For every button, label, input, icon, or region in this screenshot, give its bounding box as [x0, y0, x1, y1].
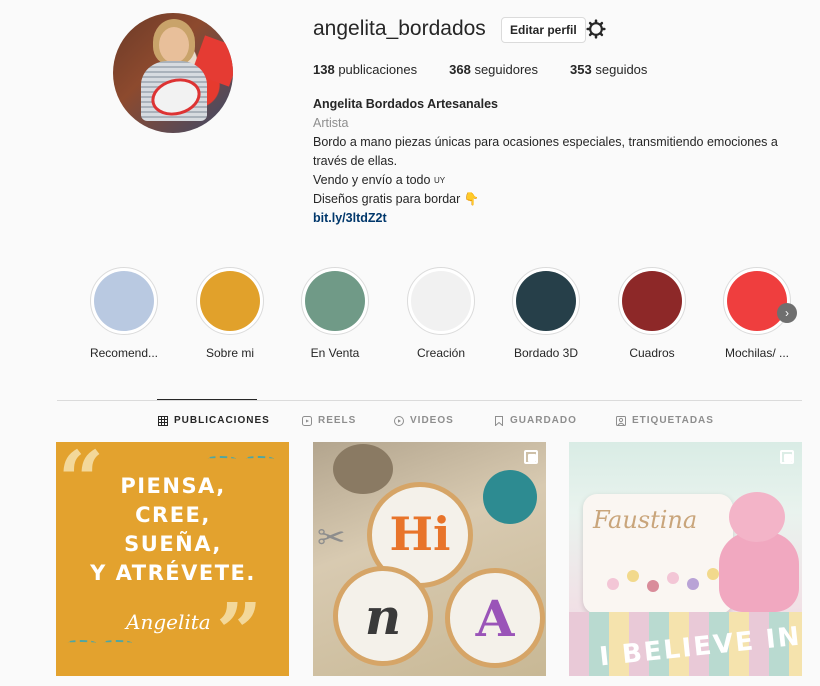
highlight-en-venta[interactable]: En Venta — [290, 267, 380, 360]
stat-following[interactable]: 353 seguidos — [570, 62, 647, 77]
tab-guardado[interactable]: GUARDADO — [494, 415, 577, 426]
multiple-images-icon — [524, 450, 538, 464]
highlight-label: En Venta — [310, 346, 360, 360]
post-quote[interactable]: “ ” PIENSA, CREE, SUEÑA, Y ATRÉVETE. Ang… — [56, 442, 289, 676]
pink-teddy-bear — [719, 492, 799, 612]
bio-line-3: Diseños gratis para bordar 👇 — [313, 192, 480, 206]
highlight-label: Bordado 3D — [513, 346, 579, 360]
highlight-cover — [727, 271, 787, 331]
highlight-label: Cuadros — [629, 346, 675, 360]
flower — [687, 578, 699, 590]
bookmark-icon — [495, 415, 503, 426]
highlight-ring — [90, 267, 158, 335]
profile-bio: Angelita Bordados Artesanales Artista Bo… — [313, 95, 793, 228]
post-cushion[interactable]: Faustina I BELIEVE IN — [569, 442, 802, 676]
uy-flag-badge: UY — [433, 176, 446, 185]
pin-cushion — [483, 470, 537, 524]
highlight-label: Sobre mi — [205, 346, 255, 360]
highlight-bordado-3d[interactable]: Bordado 3D — [501, 267, 591, 360]
profile-username: angelita_bordados — [313, 17, 486, 40]
highlight-ring — [407, 267, 475, 335]
decor-wave — [66, 640, 96, 646]
highlight-cover — [622, 271, 682, 331]
highlight-cover — [200, 271, 260, 331]
tag-icon — [616, 415, 626, 426]
yarn-ball — [333, 444, 393, 494]
tabs-divider — [57, 400, 802, 401]
post-embroidery-hoops[interactable]: ✂ Hi n A — [313, 442, 546, 676]
highlight-cover — [411, 271, 471, 331]
decor-wave — [206, 456, 236, 462]
highlight-cover — [516, 271, 576, 331]
highlight-cover — [305, 271, 365, 331]
bio-name: Angelita Bordados Artesanales — [313, 97, 499, 111]
highlight-ring — [512, 267, 580, 335]
flower — [627, 570, 639, 582]
post-signature: Angelita — [126, 610, 211, 634]
profile-stats: 138 publicaciones 368 seguidores 353 seg… — [313, 62, 679, 77]
close-quote-mark: ” — [216, 585, 263, 676]
highlight-creacion[interactable]: Creación — [396, 267, 486, 360]
settings-gear-icon[interactable] — [586, 19, 606, 39]
stat-posts: 138 publicaciones — [313, 62, 418, 77]
tab-etiquetadas[interactable]: ETIQUETADAS — [616, 415, 714, 426]
avatar-face — [159, 27, 189, 63]
bio-link[interactable]: bit.ly/3ltdZ2t — [313, 209, 793, 228]
embroidered-pillow: Faustina — [583, 494, 733, 614]
highlight-cuadros[interactable]: Cuadros — [607, 267, 697, 360]
highlight-recomend[interactable]: Recomend... — [79, 267, 169, 360]
profile-avatar[interactable] — [113, 13, 233, 133]
highlights-next-chevron-icon[interactable]: › — [777, 303, 797, 323]
highlight-sobre-mi[interactable]: Sobre mi — [185, 267, 275, 360]
highlight-cover — [94, 271, 154, 331]
profile-tabs: PUBLICACIONES REELS VIDEOS GUARDADO ETIQ… — [0, 415, 820, 429]
tab-videos[interactable]: VIDEOS — [394, 415, 454, 426]
highlight-label: Creación — [416, 346, 466, 360]
flower — [647, 580, 659, 592]
highlight-ring — [618, 267, 686, 335]
highlight-label: Recomend... — [89, 346, 159, 360]
bio-line-2: Vendo y envío a todo UY — [313, 173, 446, 187]
stat-followers[interactable]: 368 seguidores — [449, 62, 538, 77]
reels-icon — [302, 415, 312, 426]
scissors-icon: ✂ — [317, 519, 346, 557]
video-icon — [394, 415, 404, 426]
bio-category: Artista — [313, 116, 349, 130]
decor-wave — [244, 456, 274, 462]
bio-line-1: Bordo a mano piezas únicas para ocasione… — [313, 135, 778, 168]
hoop-a: A — [445, 568, 545, 668]
tab-publicaciones[interactable]: PUBLICACIONES — [158, 415, 270, 426]
hoop-n: n — [333, 566, 433, 666]
edit-profile-button[interactable]: Editar perfil — [501, 17, 586, 43]
grid-icon — [158, 415, 168, 426]
flower — [707, 568, 719, 580]
flower — [667, 572, 679, 584]
pillow-name: Faustina — [593, 506, 698, 534]
active-tab-indicator — [157, 399, 257, 400]
post-quote-text: PIENSA, CREE, SUEÑA, Y ATRÉVETE. — [90, 474, 256, 585]
highlight-ring — [196, 267, 264, 335]
decor-wave — [102, 640, 132, 646]
tab-reels[interactable]: REELS — [302, 415, 356, 426]
multiple-images-icon — [780, 450, 794, 464]
flower — [607, 578, 619, 590]
highlight-ring — [723, 267, 791, 335]
highlight-label: Mochilas/ ... — [724, 346, 790, 360]
highlight-ring — [301, 267, 369, 335]
